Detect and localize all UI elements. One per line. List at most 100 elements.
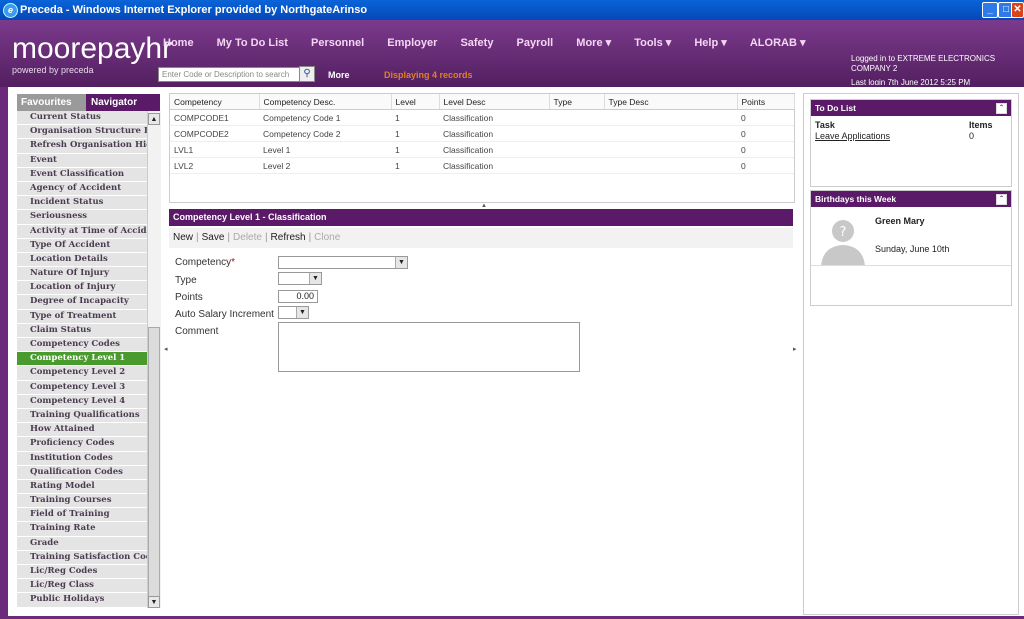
sidebar-item[interactable]: Competency Level 2 [17,366,147,380]
sidebar-item[interactable]: Incident Status [17,196,147,210]
sidebar-item[interactable]: Training Rate [17,522,147,536]
nav-employer[interactable]: Employer [387,37,437,49]
clone-button[interactable]: Clone [314,232,340,243]
nav-payroll[interactable]: Payroll [517,37,554,49]
scroll-down-icon[interactable]: ▼ [148,596,160,608]
toolbar-divider: | [196,232,199,243]
nav-help[interactable]: Help ▾ [694,37,726,49]
form-body [169,248,793,619]
sidebar-scrollbar[interactable]: ▲ ▼ [147,111,161,608]
refresh-button[interactable]: Refresh [271,232,306,243]
records-status: Displaying 4 records [384,70,473,80]
todo-header: To Do List ⌃ [811,100,1011,116]
nav-home[interactable]: Home [163,37,194,49]
search-input[interactable]: Enter Code or Description to search [158,67,300,82]
nav-safety[interactable]: Safety [460,37,493,49]
sidebar-item[interactable]: Lic/Reg Codes [17,565,147,579]
new-button[interactable]: New [173,232,193,243]
comment-textarea[interactable] [278,322,580,372]
competency-select[interactable]: ▼ [278,256,408,269]
nav-my-to-do-list[interactable]: My To Do List [217,37,288,49]
sidebar-item[interactable]: Proficiency Codes [17,437,147,451]
sidebar-item[interactable]: Degree of Incapacity [17,295,147,309]
tab-favourites[interactable]: Favourites [17,94,86,111]
sidebar-item[interactable]: Field of Training [17,508,147,522]
app-logo[interactable]: moorepayhr [12,34,172,64]
search-more-link[interactable]: More [328,70,350,80]
nav-personnel[interactable]: Personnel [311,37,364,49]
type-select[interactable]: ▼ [278,272,322,285]
sidebar-item[interactable]: Type Of Accident [17,238,147,252]
save-button[interactable]: Save [202,232,225,243]
search-icon[interactable]: ⚲ [299,66,315,82]
leave-applications-link[interactable]: Leave Applications [815,131,890,141]
window-titlebar: e Preceda - Windows Internet Explorer pr… [0,0,1024,20]
sidebar-item[interactable]: Nature Of Injury [17,267,147,281]
sidebar-item[interactable]: Qualification Codes [17,465,147,479]
sidebar-item[interactable]: Training Qualifications [17,408,147,423]
sidebar-item[interactable]: Grade [17,536,147,550]
close-button[interactable]: ✕ [1011,2,1024,18]
birthday-name: Green Mary [875,216,925,226]
scroll-up-icon[interactable]: ▲ [148,113,160,125]
column-header[interactable]: Level [391,94,440,110]
sidebar-item[interactable]: Activity at Time of Accident [17,224,147,238]
competency-label: Competency* [175,257,235,268]
table-cell [549,125,604,142]
table-row[interactable]: LVL1 Level 1 1 Classification 0 [170,141,794,158]
right-panel-collapse-icon[interactable]: ▸ [793,345,799,359]
sidebar-item[interactable]: Institution Codes [17,451,147,465]
sidebar-item[interactable]: Competency Level 3 [17,380,147,394]
nav-more[interactable]: More ▾ [576,37,611,49]
sidebar-item[interactable]: How Attained [17,423,147,437]
sidebar-item[interactable]: Competency Level 4 [17,394,147,408]
column-header[interactable]: Points [737,94,795,110]
sidebar-item[interactable]: Current Status [17,111,147,125]
table-row[interactable]: COMPCODE1 Competency Code 1 1 Classificatio… [170,109,794,126]
collapse-icon[interactable]: ⌃ [996,194,1007,205]
sidebar-item[interactable]: Seriousness [17,210,147,224]
sidebar-item[interactable]: Organisation Structure Re... [17,125,147,139]
sidebar-item[interactable]: Lic/Reg Class [17,579,147,593]
sidebar-item[interactable]: Training Courses [17,494,147,508]
birthdays-title: Birthdays this Week [815,194,897,204]
avatar: ? [819,216,867,266]
sidebar-item[interactable]: Agency of Accident [17,181,147,196]
form-toolbar: New | Save | Delete | Refresh | Clone [169,228,793,248]
table-row[interactable]: LVL2 Level 2 1 Classification 0 [170,157,794,174]
sidebar-item[interactable]: Public Holidays [17,593,147,607]
auto-salary-select[interactable]: ▼ [278,306,309,319]
sidebar-item[interactable]: Training Satisfaction Codes [17,550,147,564]
divider [811,265,1011,266]
column-header[interactable]: Type [549,94,605,110]
scroll-thumb[interactable] [148,327,160,606]
column-header[interactable]: Competency Desc. [259,94,392,110]
delete-button[interactable]: Delete [233,232,262,243]
table-cell [604,157,737,174]
ie-icon: e [3,3,18,18]
sidebar-item[interactable]: Location of Injury [17,281,147,295]
app-header: moorepayhr powered by preceda Home My To… [0,20,1024,87]
table-row[interactable]: COMPCODE2 Competency Code 2 1 Classificatio… [170,125,794,142]
minimize-button[interactable]: _ [982,2,998,18]
nav-user-menu[interactable]: ALORAB ▾ [750,37,806,49]
tab-navigator[interactable]: Navigator [86,94,160,111]
points-input[interactable]: 0.00 [278,290,318,303]
column-header[interactable]: Competency [170,94,260,110]
sidebar-item[interactable]: Event [17,153,147,167]
sidebar-item[interactable]: Type of Treatment [17,309,147,323]
sidebar-item[interactable]: Competency Level 1 [17,352,147,366]
column-header[interactable]: Level Desc [439,94,550,110]
chevron-down-icon[interactable]: ▼ [309,273,321,284]
collapse-icon[interactable]: ⌃ [996,103,1007,114]
sidebar-item[interactable]: Competency Codes [17,338,147,352]
sidebar-item[interactable]: Location Details [17,252,147,267]
chevron-down-icon[interactable]: ▼ [395,257,407,268]
chevron-down-icon[interactable]: ▼ [296,307,308,318]
column-header[interactable]: Type Desc [604,94,738,110]
sidebar-item[interactable]: Refresh Organisation Hiera... [17,139,147,153]
sidebar-item[interactable]: Claim Status [17,323,147,337]
sidebar-item[interactable]: Event Classification [17,167,147,181]
nav-tools[interactable]: Tools ▾ [634,37,671,49]
sidebar-item[interactable]: Rating Model [17,479,147,494]
